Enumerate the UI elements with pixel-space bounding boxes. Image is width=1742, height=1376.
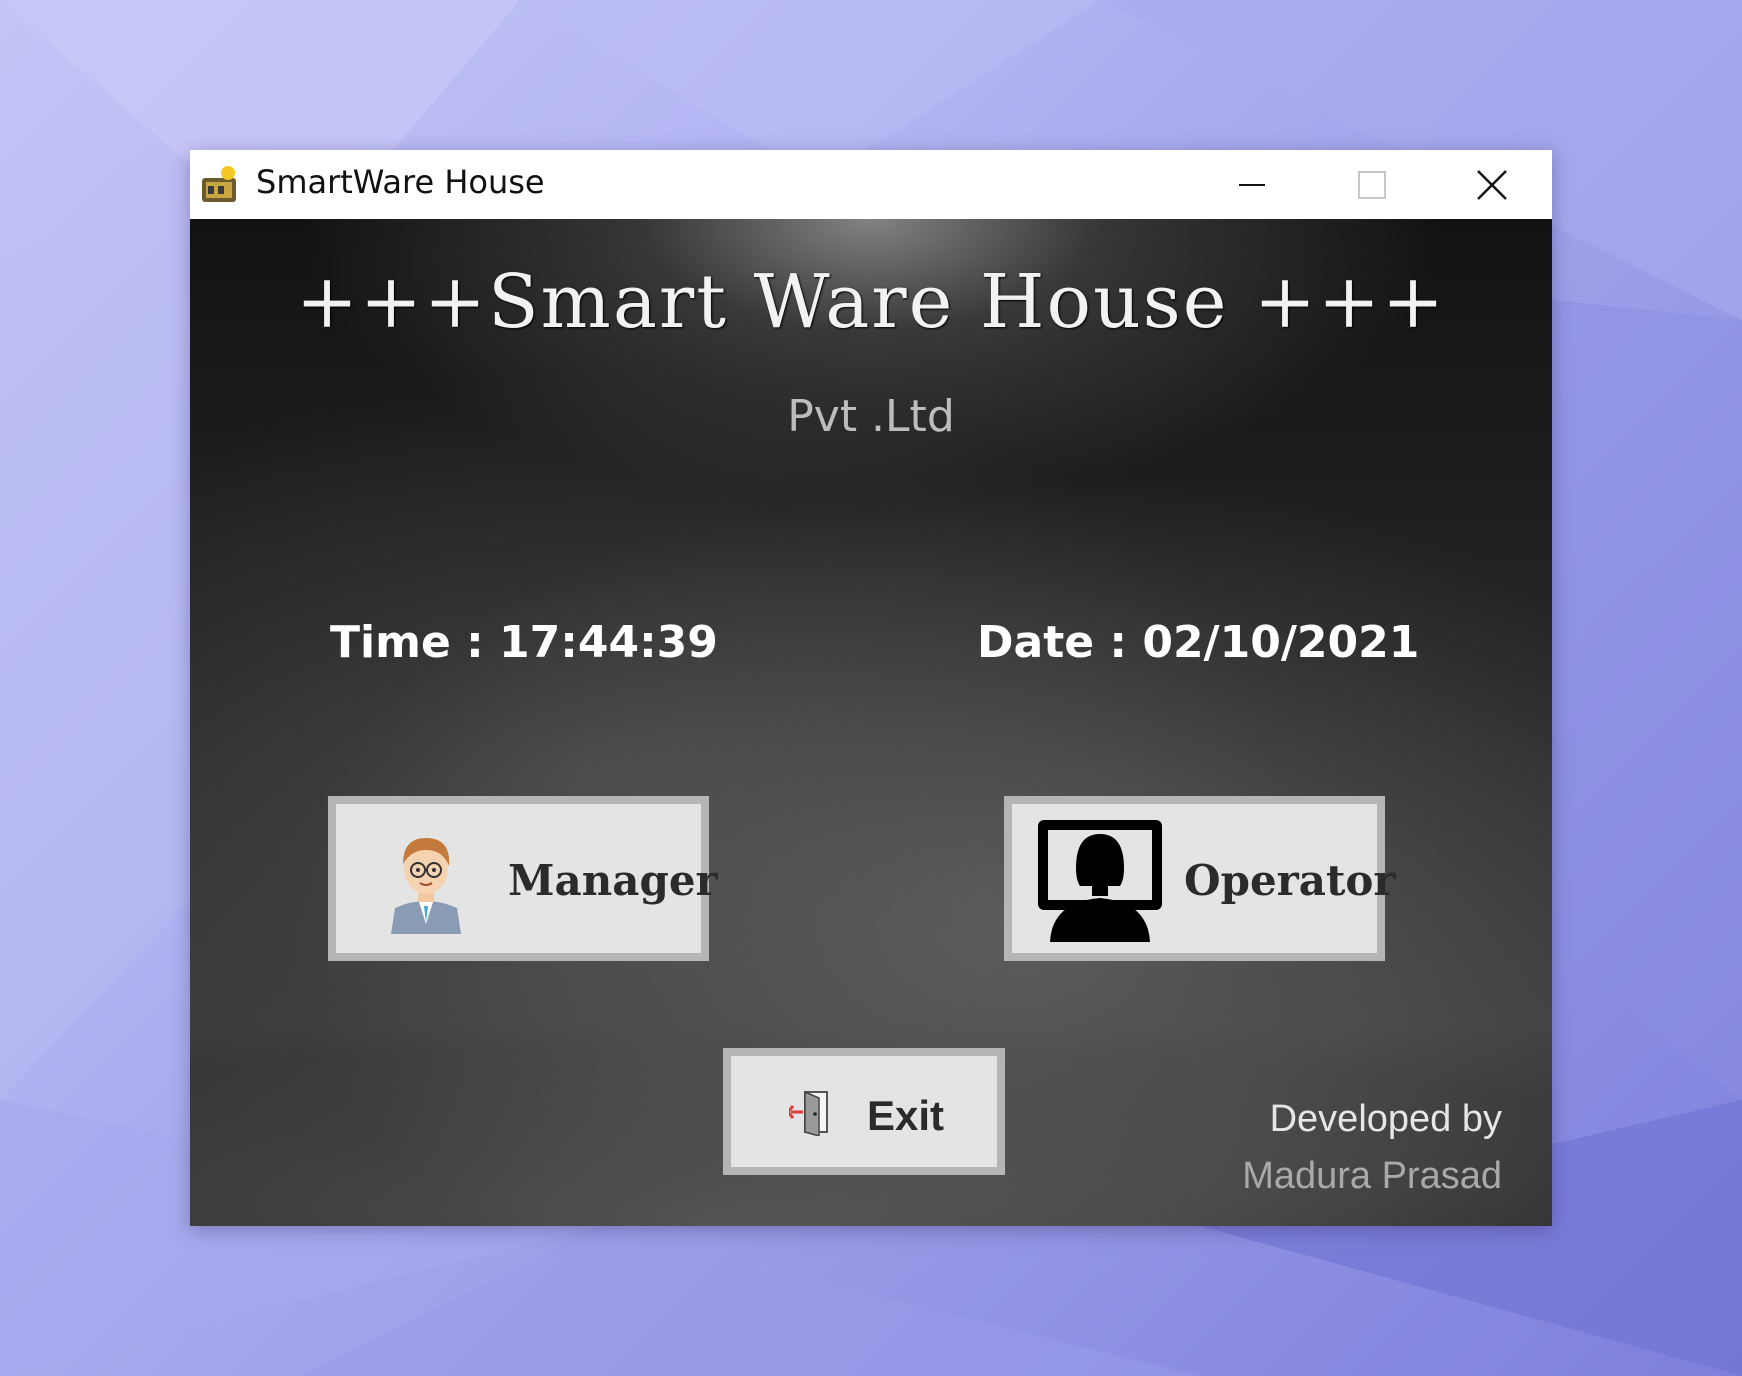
- developer-credit-label: Developed by: [1269, 1098, 1502, 1140]
- operator-button[interactable]: Operator: [1004, 796, 1396, 961]
- main-panel: +++Smart Ware House +++ Pvt .Ltd Time : …: [190, 219, 1552, 1226]
- close-icon: [1477, 169, 1507, 200]
- manager-button[interactable]: Manager: [328, 796, 718, 961]
- app-window: SmartWare House +++Smart Ware House +++ …: [190, 150, 1552, 1226]
- maximize-icon: [1358, 170, 1386, 199]
- operator-monitor-icon: [1038, 820, 1162, 942]
- close-button[interactable]: [1432, 150, 1552, 219]
- app-heading: +++Smart Ware House +++: [295, 259, 1447, 345]
- minimize-icon: [1239, 183, 1265, 186]
- exit-button-label: Exit: [867, 1092, 945, 1139]
- developer-name: Madura Prasad: [1242, 1155, 1502, 1197]
- app-icon: [202, 166, 236, 202]
- app-subheading: Pvt .Ltd: [787, 391, 955, 442]
- manager-button-label: Manager: [508, 856, 718, 905]
- window-title: SmartWare House: [256, 163, 545, 201]
- exit-button[interactable]: Exit: [723, 1048, 1005, 1175]
- exit-door-icon: [789, 1090, 828, 1136]
- date-display: Date : 02/10/2021: [977, 617, 1420, 668]
- minimize-button[interactable]: [1192, 150, 1312, 219]
- operator-button-label: Operator: [1184, 856, 1396, 905]
- title-bar[interactable]: SmartWare House: [190, 150, 1552, 219]
- time-display: Time : 17:44:39: [330, 617, 718, 668]
- manager-avatar-icon: [391, 838, 461, 934]
- maximize-button[interactable]: [1312, 150, 1432, 219]
